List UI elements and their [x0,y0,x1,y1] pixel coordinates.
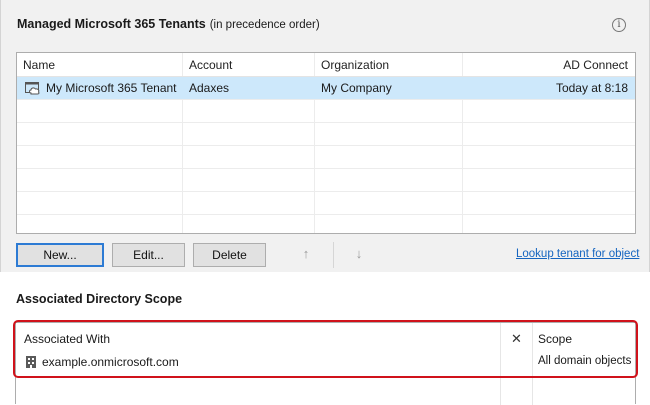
empty-table-row [17,100,635,123]
table-row[interactable]: My Microsoft 365 Tenant Adaxes My Compan… [17,77,635,100]
column-header-associated-with[interactable]: Associated With [24,332,110,346]
column-header-account[interactable]: Account [183,53,315,76]
column-header-name[interactable]: Name [17,53,183,76]
move-down-button[interactable]: ↓ [351,246,367,262]
lookup-tenant-link[interactable]: Lookup tenant for object [516,248,639,260]
new-button[interactable]: New... [16,243,104,267]
scope-section-title: Associated Directory Scope [16,292,183,306]
tenants-table: Name Account Organization AD Connect My … [16,52,636,234]
tenants-title-text: Managed Microsoft 365 Tenants [17,17,206,31]
info-icon[interactable]: i [612,18,626,32]
empty-table-row [17,215,635,233]
column-header-ad-connect[interactable]: AD Connect [463,53,635,76]
tenant-account-cell: Adaxes [183,77,315,99]
cloud-tenant-icon [25,82,40,95]
tenant-organization-cell: My Company [315,77,463,99]
move-up-button[interactable]: ↑ [298,246,314,262]
column-header-scope[interactable]: Scope [538,332,572,346]
edit-button[interactable]: Edit... [112,243,185,267]
empty-table-row [17,146,635,169]
tenants-section-title: Managed Microsoft 365 Tenants (in precede… [17,17,320,31]
tenants-panel: Managed Microsoft 365 Tenants (in precede… [0,0,650,272]
list-item[interactable]: example.onmicrosoft.com [26,355,179,369]
scope-value: All domain objects [538,355,632,367]
empty-table-row [17,169,635,192]
tenant-ad-connect-cell: Today at 8:18 [555,81,628,95]
tenant-name-text: My Microsoft 365 Tenant [46,81,177,95]
tenants-table-header: Name Account Organization AD Connect [17,53,635,77]
remove-icon[interactable]: ✕ [511,331,522,347]
tenant-name-cell: My Microsoft 365 Tenant [17,77,183,99]
delete-button[interactable]: Delete [193,243,266,267]
empty-table-row [17,192,635,215]
associated-domain-text: example.onmicrosoft.com [42,355,179,369]
column-divider [500,323,501,405]
tenants-subtitle: (in precedence order) [209,19,320,31]
toolbar-divider [333,242,334,268]
scope-table: Associated With ✕ Scope example.onmicros… [15,322,636,405]
column-header-organization[interactable]: Organization [315,53,463,76]
domain-icon [26,356,36,368]
column-divider [532,323,533,405]
empty-table-row [17,123,635,146]
